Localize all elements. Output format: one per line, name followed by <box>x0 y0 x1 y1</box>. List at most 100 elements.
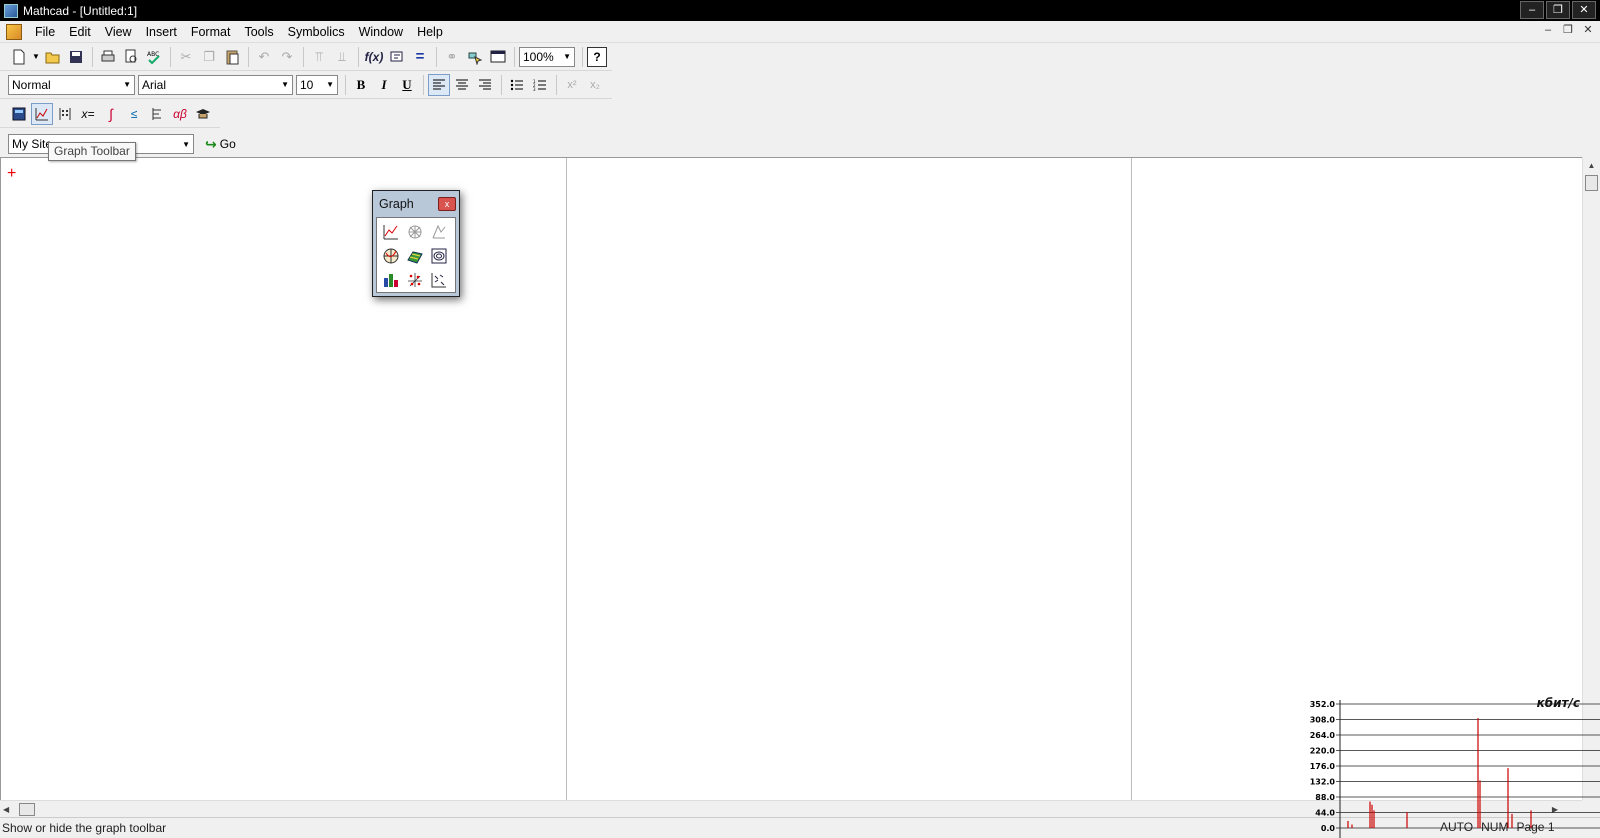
formatting-toolbar: Normal ▼ Arial ▼ 10 ▼ B I U 123 x² x₂ <box>0 71 612 99</box>
symbolic-toolbar-icon[interactable] <box>192 103 214 125</box>
scroll-up-icon[interactable]: ▲ <box>1583 157 1600 174</box>
evaluation-toolbar-icon[interactable]: x= <box>77 103 99 125</box>
restore-button[interactable]: ❐ <box>1546 1 1570 19</box>
mathcad-app-icon <box>4 3 18 18</box>
separator <box>358 46 359 67</box>
align-left-icon[interactable] <box>428 73 450 96</box>
numbered-list-icon[interactable]: 123 <box>529 74 551 96</box>
boolean-toolbar-icon[interactable]: ≤ <box>123 103 145 125</box>
polar-plot-icon[interactable] <box>404 221 426 243</box>
menu-tools[interactable]: Tools <box>237 21 280 43</box>
cut-icon[interactable]: ✂ <box>175 46 197 68</box>
insert-unit-icon[interactable] <box>386 46 408 68</box>
title-bar: Mathcad - [Untitled:1] – ❐ ✕ <box>0 0 1600 21</box>
font-value: Arial <box>142 77 167 92</box>
chevron-down-icon: ▼ <box>326 80 334 89</box>
doc-minimize-button[interactable]: – <box>1540 23 1556 39</box>
spell-check-icon[interactable]: ABC <box>143 46 165 68</box>
redo-icon[interactable]: ↷ <box>276 46 298 68</box>
doc-close-button[interactable]: ✕ <box>1580 23 1596 39</box>
resources-icon[interactable] <box>487 46 509 68</box>
save-icon[interactable] <box>65 46 87 68</box>
matrix-toolbar-icon[interactable] <box>54 103 76 125</box>
font-dropdown[interactable]: Arial ▼ <box>138 74 293 95</box>
page-break-line <box>1131 158 1132 801</box>
menu-view[interactable]: View <box>98 21 139 43</box>
greek-toolbar-icon[interactable]: αβ <box>169 103 191 125</box>
separator <box>248 46 249 67</box>
insert-component-icon[interactable] <box>464 46 486 68</box>
undo-icon[interactable]: ↶ <box>253 46 275 68</box>
graph-palette: Graph x <box>372 190 460 297</box>
calculate-icon[interactable]: = <box>409 46 431 68</box>
separator <box>345 74 346 95</box>
font-size-value: 10 <box>300 77 314 92</box>
graph-tick-label: 220.0 <box>1310 747 1336 756</box>
xy-plot-icon[interactable] <box>380 221 402 243</box>
open-folder-icon[interactable] <box>42 46 64 68</box>
separator <box>582 46 583 67</box>
subscript-icon[interactable]: x₂ <box>584 74 606 96</box>
bar-plot-icon[interactable] <box>380 269 402 291</box>
print-icon[interactable] <box>97 46 119 68</box>
graph-toolbar-icon[interactable] <box>31 102 53 125</box>
doc-restore-button[interactable]: ❐ <box>1560 23 1576 39</box>
insert-hyperlink-icon[interactable]: ⚭ <box>441 46 463 68</box>
separator <box>501 74 502 95</box>
menu-format[interactable]: Format <box>184 21 238 43</box>
superscript-icon[interactable]: x² <box>561 74 583 96</box>
menu-help[interactable]: Help <box>410 21 450 43</box>
bullet-list-icon[interactable] <box>506 74 528 96</box>
bold-button[interactable]: B <box>350 74 372 96</box>
paste-icon[interactable] <box>221 46 243 68</box>
new-dropdown-icon[interactable]: ▼ <box>31 46 41 68</box>
vertical-scroll-thumb[interactable] <box>1585 175 1598 191</box>
scatter-plot-icon[interactable] <box>404 269 426 291</box>
align-down-icon[interactable]: ⫫ <box>331 46 353 68</box>
insert-function-icon[interactable]: f(x) <box>363 46 385 68</box>
graph-palette-titlebar[interactable]: Graph x <box>376 194 456 214</box>
contour-plot-icon[interactable] <box>428 245 450 267</box>
surface-plot-icon[interactable] <box>428 221 450 243</box>
help-icon[interactable]: ? <box>587 46 607 67</box>
graph-unit-label: кбит/с <box>1537 696 1580 710</box>
calculator-toolbar-icon[interactable] <box>8 103 30 125</box>
graph-palette-close-button[interactable]: x <box>438 197 456 211</box>
align-right-icon[interactable] <box>474 74 496 96</box>
graph-tick-label: 264.0 <box>1310 731 1336 740</box>
close-button[interactable]: ✕ <box>1572 1 1596 19</box>
3d-surface-icon[interactable] <box>404 245 426 267</box>
new-document-icon[interactable] <box>8 46 30 68</box>
scroll-left-icon[interactable]: ◀ <box>3 801 9 818</box>
site-value: My Site <box>12 137 53 151</box>
style-dropdown[interactable]: Normal ▼ <box>8 74 135 95</box>
programming-toolbar-icon[interactable] <box>146 103 168 125</box>
menu-edit[interactable]: Edit <box>62 21 98 43</box>
graph-tick-label: 88.0 <box>1315 793 1335 802</box>
vector-field-icon[interactable] <box>428 269 450 291</box>
print-preview-icon[interactable] <box>120 46 142 68</box>
menu-file[interactable]: File <box>28 21 62 43</box>
minimize-button[interactable]: – <box>1520 1 1544 19</box>
menu-window[interactable]: Window <box>352 21 410 43</box>
go-button[interactable]: ↪ Go <box>205 136 236 153</box>
italic-button[interactable]: I <box>373 74 395 96</box>
separator <box>514 46 515 67</box>
align-across-icon[interactable]: ⫪ <box>308 46 330 68</box>
underline-button[interactable]: U <box>396 74 418 96</box>
align-center-icon[interactable] <box>451 74 473 96</box>
polar-grid-icon[interactable] <box>380 245 402 267</box>
tooltip: Graph Toolbar <box>48 142 136 161</box>
calculus-toolbar-icon[interactable]: ∫ <box>100 103 122 125</box>
chevron-down-icon: ▼ <box>182 139 190 149</box>
document-icon[interactable] <box>6 23 22 40</box>
page-break-line <box>566 158 567 801</box>
separator <box>423 74 424 95</box>
horizontal-scroll-thumb[interactable] <box>19 803 35 816</box>
copy-icon[interactable]: ❐ <box>198 46 220 68</box>
menu-insert[interactable]: Insert <box>139 21 184 43</box>
font-size-dropdown[interactable]: 10 ▼ <box>296 74 338 95</box>
menu-symbolics[interactable]: Symbolics <box>281 21 352 43</box>
zoom-dropdown[interactable]: 100% ▼ <box>519 46 575 67</box>
standard-toolbar: ▼ ABC ✂ ❐ ↶ ↷ ⫪ ⫫ f(x) = ⚭ 100% ▼ ? <box>0 43 612 71</box>
